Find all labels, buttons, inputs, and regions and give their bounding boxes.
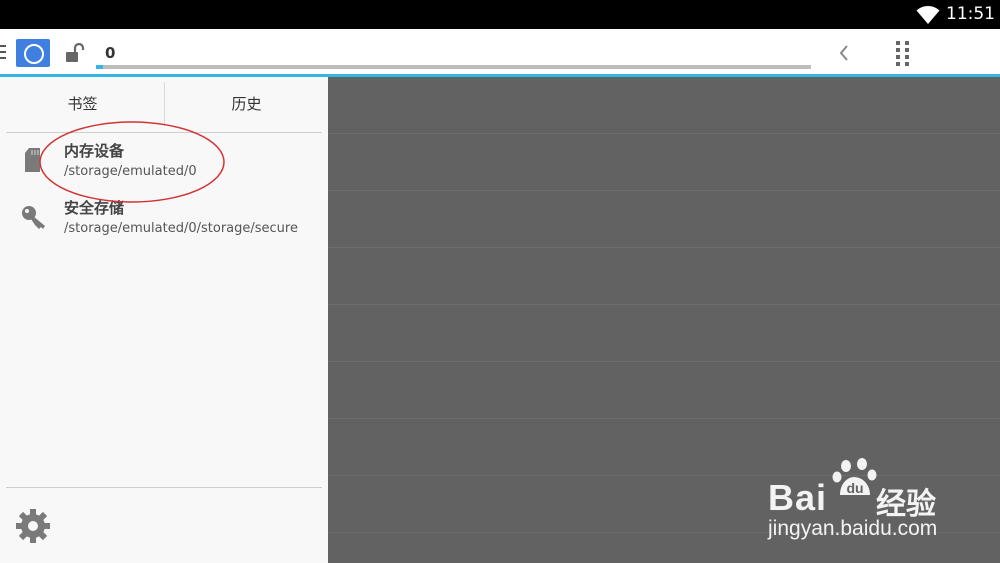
- select-mode-button[interactable]: [16, 39, 50, 67]
- annotation-ellipse: [39, 121, 225, 203]
- clock: 11:51: [946, 4, 995, 24]
- load-progress-fill: [96, 65, 104, 69]
- row-divider: [328, 304, 1000, 305]
- row-divider: [328, 361, 1000, 362]
- overflow-menu-icon[interactable]: [894, 40, 912, 66]
- key-icon: [22, 206, 45, 229]
- divider: [6, 487, 322, 488]
- baidu-jingyan-watermark: Bai du 经验 jingyan.baidu.com: [768, 457, 998, 547]
- unlock-icon[interactable]: [65, 43, 85, 63]
- circle-icon: [24, 44, 44, 64]
- watermark-url: jingyan.baidu.com: [768, 517, 938, 540]
- drawer-menu-icon[interactable]: [0, 45, 6, 59]
- gear-icon[interactable]: [14, 507, 52, 545]
- watermark-brand: Bai: [768, 477, 828, 518]
- row-divider: [328, 418, 1000, 419]
- load-progress-bar: [96, 65, 811, 69]
- row-divider: [328, 247, 1000, 248]
- svg-text:du: du: [846, 480, 863, 496]
- status-bar: 11:51: [0, 0, 1000, 29]
- row-divider: [328, 133, 1000, 134]
- location-path: /storage/emulated/0/storage/secure: [64, 221, 298, 236]
- current-path: 0: [105, 44, 116, 62]
- paw-logo-icon: du: [832, 458, 877, 496]
- chevron-left-icon[interactable]: [836, 43, 852, 63]
- toolbar: 0: [0, 29, 1000, 74]
- wifi-icon: [916, 6, 940, 24]
- row-divider: [328, 190, 1000, 191]
